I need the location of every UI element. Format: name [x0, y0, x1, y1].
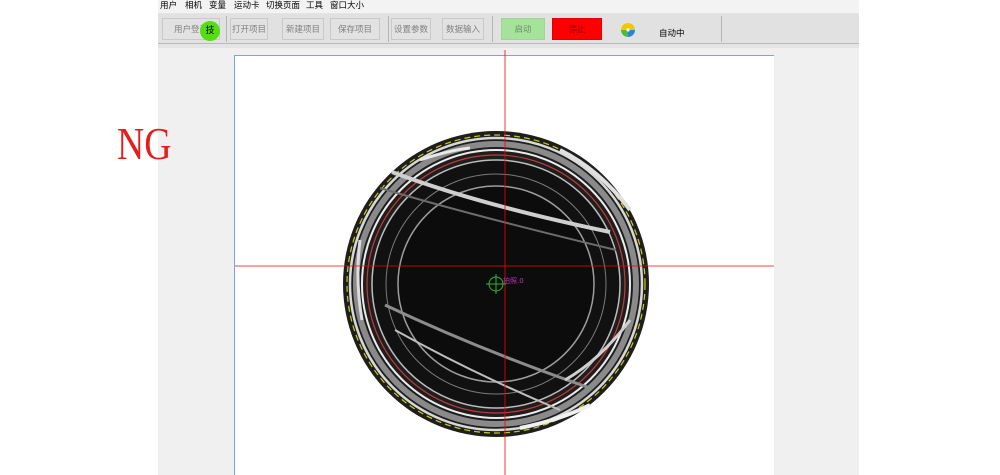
- coordinate-label: 拍照.0: [503, 277, 524, 285]
- ng-result-label: NG: [117, 118, 172, 169]
- inspection-overlay: [235, 50, 774, 475]
